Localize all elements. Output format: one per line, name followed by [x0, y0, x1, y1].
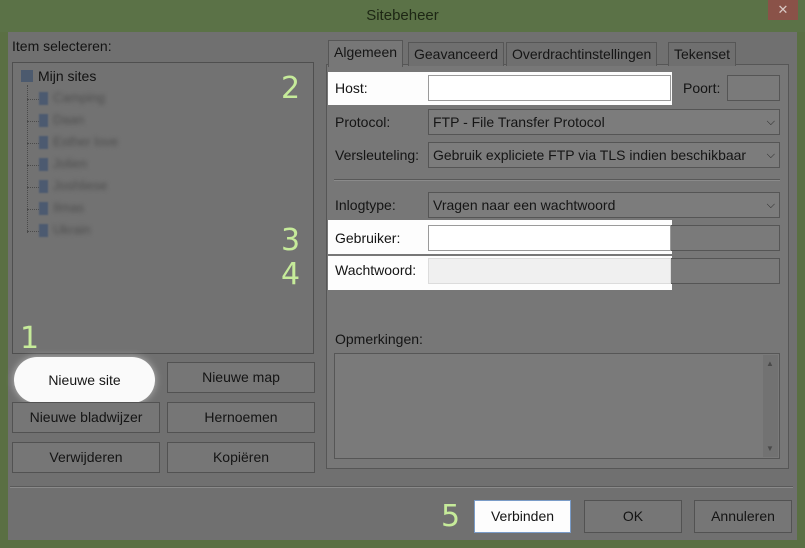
step-number-3: 3	[281, 223, 301, 258]
tree-root[interactable]: Mijn sites	[21, 68, 96, 84]
comments-label: Opmerkingen:	[335, 331, 423, 347]
encryption-label: Versleuteling:	[335, 147, 420, 163]
tree-item-label: Ilmas	[53, 200, 85, 215]
tree-item-label: Ukrain	[53, 222, 91, 237]
tree-item-label: Esther love	[53, 134, 119, 149]
password-label: Wachtwoord:	[335, 262, 417, 278]
encryption-select[interactable]: Gebruik expliciete FTP via TLS indien be…	[428, 142, 780, 168]
window-title: Sitebeheer	[366, 7, 439, 24]
vertical-scrollbar[interactable]: ▲ ▼	[763, 355, 778, 457]
logintype-select[interactable]: Vragen naar een wachtwoord ⌵	[428, 192, 780, 218]
new-bookmark-button[interactable]: Nieuwe bladwijzer	[12, 402, 160, 433]
new-folder-button[interactable]: Nieuwe map	[167, 362, 315, 393]
folder-icon	[21, 70, 33, 82]
server-icon	[39, 224, 48, 237]
select-item-label: Item selecteren:	[12, 38, 112, 54]
bottom-separator	[10, 486, 793, 488]
host-input[interactable]	[428, 75, 671, 101]
rename-button[interactable]: Hernoemen	[167, 402, 315, 433]
server-icon	[39, 92, 48, 105]
password-input[interactable]	[428, 258, 671, 284]
scroll-up-icon[interactable]: ▲	[766, 359, 774, 368]
cancel-button[interactable]: Annuleren	[694, 500, 792, 533]
step-number-4: 4	[281, 257, 301, 292]
port-label: Poort:	[683, 80, 721, 96]
scroll-down-icon[interactable]: ▼	[766, 444, 774, 453]
site-tree[interactable]: Mijn sites Camping Daan Esther love Joli…	[12, 62, 314, 354]
server-icon	[39, 180, 48, 193]
chevron-down-icon: ⌵	[766, 116, 775, 128]
protocol-select[interactable]: FTP - File Transfer Protocol ⌵	[428, 109, 780, 135]
server-icon	[39, 136, 48, 149]
protocol-label: Protocol:	[335, 114, 391, 130]
password-input-tail[interactable]	[671, 258, 780, 284]
tab-general[interactable]: Algemeen	[328, 40, 404, 67]
logintype-value: Vragen naar een wachtwoord	[433, 197, 616, 213]
tree-item-label: Jolien	[53, 156, 87, 171]
protocol-value: FTP - File Transfer Protocol	[433, 114, 605, 130]
step-number-5: 5	[441, 499, 461, 534]
chevron-down-icon: ⌵	[766, 149, 775, 161]
user-input[interactable]	[428, 225, 671, 251]
copy-button[interactable]: Kopiëren	[167, 442, 315, 473]
tree-connector	[27, 85, 28, 233]
user-input-tail[interactable]	[671, 225, 780, 251]
encryption-value: Gebruik expliciete FTP via TLS indien be…	[433, 147, 747, 163]
tree-item-label: Camping	[53, 90, 106, 105]
close-icon[interactable]: ✕	[768, 0, 798, 20]
delete-button[interactable]: Verwijderen	[12, 442, 160, 473]
separator	[334, 179, 780, 181]
tab-advanced[interactable]: Geavanceerd	[408, 42, 505, 66]
server-icon	[39, 158, 48, 171]
connect-button[interactable]: Verbinden	[474, 500, 571, 533]
port-input[interactable]	[727, 75, 780, 101]
host-label: Host:	[335, 80, 368, 96]
step-number-1: 1	[20, 321, 40, 356]
ok-button[interactable]: OK	[584, 500, 682, 533]
logintype-label: Inlogtype:	[335, 197, 396, 213]
new-site-button[interactable]: Nieuwe site	[14, 357, 155, 403]
title-bar: Sitebeheer ✕	[0, 0, 805, 32]
tree-root-label: Mijn sites	[38, 68, 97, 84]
server-icon	[39, 202, 48, 215]
tree-item-label: Joshliese	[53, 178, 108, 193]
tab-transfer-settings[interactable]: Overdrachtinstellingen	[506, 42, 658, 66]
tree-item-label: Daan	[53, 112, 85, 127]
comments-textarea[interactable]: ▲ ▼	[334, 353, 780, 459]
server-icon	[39, 114, 48, 127]
user-label: Gebruiker:	[335, 230, 401, 246]
chevron-down-icon: ⌵	[766, 199, 775, 211]
tab-charset[interactable]: Tekenset	[668, 42, 737, 66]
step-number-2: 2	[281, 71, 301, 106]
